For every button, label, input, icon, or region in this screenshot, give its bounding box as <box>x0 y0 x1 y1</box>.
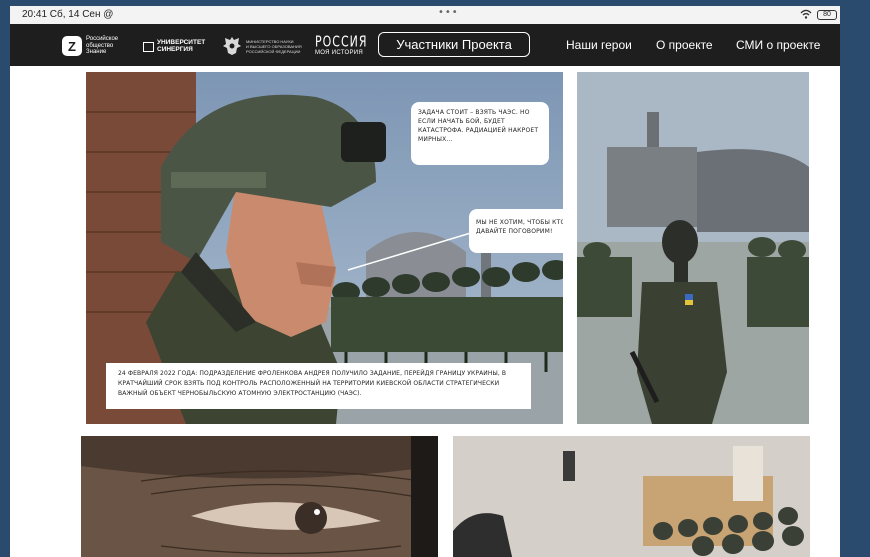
logo-russia-title: РОССИЯ <box>315 33 368 51</box>
tablet-screen: 20:41 Сб, 14 Сен @ ••• 80 Z Российское о… <box>10 6 840 557</box>
speech-bubble-talk: МЫ НЕ ХОТИМ, ЧТОБЫ КТО-ТО ПОСТРАДАЛ! ДАВ… <box>469 209 563 253</box>
logo-ministry[interactable]: МИНИСТЕРСТВО НАУКИ И ВЫСШЕГО ОБРАЗОВАНИЯ… <box>222 35 302 57</box>
nav-link-heroes[interactable]: Наши герои <box>566 38 632 52</box>
wifi-icon <box>800 9 812 19</box>
znanie-icon: Z <box>62 36 82 56</box>
logo-synergy-text: УНИВЕРСИТЕТ СИНЕРГИЯ <box>157 39 206 53</box>
logo-znanie-text: Российское общество Знание <box>86 36 119 56</box>
comic-panel-hall <box>453 436 810 557</box>
at-icon: @ <box>103 9 114 20</box>
hall-illustration <box>453 436 810 557</box>
comic-caption: 24 ФЕВРАЛЯ 2022 ГОДА: ПОДРАЗДЕЛЕНИЕ ФРОЛ… <box>106 363 531 409</box>
comic-panel-plant <box>577 72 809 424</box>
project-participants-button[interactable]: Участники Проекта <box>378 32 530 57</box>
plant-illustration <box>577 72 809 424</box>
eagle-emblem-icon <box>223 37 241 55</box>
synergy-icon <box>143 41 154 52</box>
comic-panel-soldier: ЗАДАЧА СТОИТ – ВЗЯТЬ ЧАЭС. НО ЕСЛИ НАЧАТ… <box>86 72 563 424</box>
battery-icon: 80 <box>817 10 837 20</box>
logo-russia-history[interactable]: РОССИЯ МОЯ ИСТОРИЯ <box>315 33 368 56</box>
comic-panel-eye <box>81 436 438 557</box>
more-dots-icon[interactable]: ••• <box>438 7 459 18</box>
nav-link-media[interactable]: СМИ о проекте <box>736 38 820 52</box>
eye-illustration <box>81 436 438 557</box>
logo-russia-subtitle: МОЯ ИСТОРИЯ <box>315 50 363 56</box>
logo-synergy[interactable]: УНИВЕРСИТЕТ СИНЕРГИЯ <box>143 39 206 53</box>
status-time: 20:41 Сб, 14 Сен @ <box>22 9 114 20</box>
logo-ministry-text: МИНИСТЕРСТВО НАУКИ И ВЫСШЕГО ОБРАЗОВАНИЯ… <box>246 38 302 54</box>
logo-znanie[interactable]: Z Российское общество Знание <box>62 33 118 59</box>
status-bar: 20:41 Сб, 14 Сен @ ••• 80 <box>10 6 840 24</box>
nav-link-about[interactable]: О проекте <box>656 38 713 52</box>
speech-bubble-task: ЗАДАЧА СТОИТ – ВЗЯТЬ ЧАЭС. НО ЕСЛИ НАЧАТ… <box>411 102 549 165</box>
site-header: Z Российское общество Знание УНИВЕРСИТЕТ… <box>10 24 840 66</box>
